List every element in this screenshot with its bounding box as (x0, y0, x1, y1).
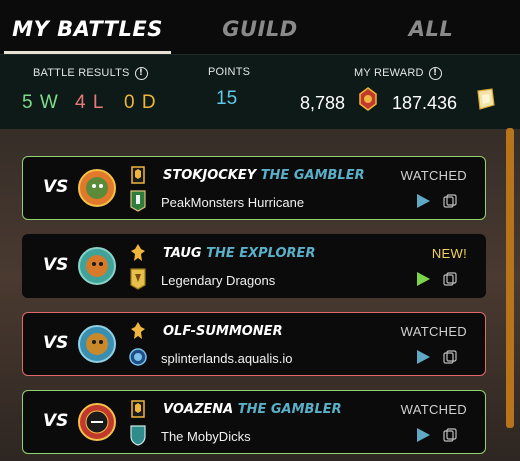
player-avatar-icon (78, 247, 116, 285)
battle-card[interactable]: VS OLF-SUMMONER splinterlands.aqualis.io… (22, 312, 486, 376)
player-title: THE EXPLORER (206, 246, 316, 261)
battle-results-label: BATTLE RESULTS (33, 67, 130, 79)
player-avatar-icon (78, 403, 116, 441)
player-avatar-icon (78, 169, 116, 207)
guild-banner-icon (129, 348, 147, 366)
tab-my-battles[interactable]: MY BATTLES (4, 0, 171, 54)
battle-card[interactable]: VS VOAZENA THE GAMBLER The MobyDicks WAT… (22, 390, 486, 454)
play-icon[interactable] (417, 350, 430, 364)
player-title: THE GAMBLER (260, 168, 365, 183)
vs-label: VS (43, 411, 69, 431)
copy-icon[interactable] (443, 194, 457, 208)
tab-bar: MY BATTLES GUILD ALL (0, 0, 520, 54)
battle-status: WATCHED (400, 168, 467, 183)
guild-banner-icon (130, 190, 146, 212)
tab-guild[interactable]: GUILD (176, 0, 344, 54)
opponent-name[interactable]: STOKJOCKEY THE GAMBLER (163, 168, 365, 183)
battle-card[interactable]: VS TAUG THE EXPLORER Legendary Dragons N… (22, 234, 486, 298)
scrollbar[interactable] (506, 128, 514, 428)
draws-count: 0 D (124, 92, 157, 113)
league-icon (131, 322, 145, 339)
guild-name: Legendary Dragons (161, 273, 276, 288)
league-icon (131, 244, 145, 261)
points-label: POINTS (208, 66, 251, 78)
vs-label: VS (43, 177, 69, 197)
losses-count: 4 L (75, 92, 105, 113)
guild-name: The MobyDicks (161, 429, 251, 444)
battle-status: WATCHED (400, 324, 467, 339)
player-name: OLF-SUMMONER (163, 324, 283, 339)
battle-status: WATCHED (400, 402, 467, 417)
info-icon[interactable]: ! (428, 67, 442, 80)
battle-status: NEW! (431, 246, 467, 261)
opponent-name[interactable]: OLF-SUMMONER (163, 324, 283, 339)
opponent-name[interactable]: TAUG THE EXPLORER (163, 246, 315, 261)
battle-card[interactable]: VS STOKJOCKEY THE GAMBLER PeakMonsters H… (22, 156, 486, 220)
battle-results-heading: BATTLE RESULTS! (33, 67, 148, 80)
player-name: VOAZENA (163, 402, 234, 417)
guild-banner-icon (130, 268, 146, 290)
league-icon (131, 166, 145, 184)
player-name: TAUG (163, 246, 202, 261)
play-icon[interactable] (417, 194, 430, 208)
copy-icon[interactable] (443, 272, 457, 286)
tab-all[interactable]: ALL (346, 0, 516, 54)
reward-merits-value: 8,788 (300, 93, 346, 113)
points-value: 15 (216, 88, 238, 109)
guild-name: PeakMonsters Hurricane (161, 195, 305, 210)
player-name: STOKJOCKEY (163, 168, 257, 183)
sps-token-icon (477, 88, 495, 110)
player-title: THE GAMBLER (237, 402, 342, 417)
vs-label: VS (43, 255, 69, 275)
vs-label: VS (43, 333, 69, 353)
merits-icon (359, 87, 377, 111)
league-icon (131, 400, 145, 418)
wins-count: 5 W (22, 92, 59, 113)
guild-shield-icon (130, 425, 146, 446)
copy-icon[interactable] (443, 428, 457, 442)
reward-sps-value: 187.436 (392, 93, 458, 113)
copy-icon[interactable] (443, 350, 457, 364)
opponent-name[interactable]: VOAZENA THE GAMBLER (163, 402, 342, 417)
my-reward-heading: MY REWARD! (354, 67, 442, 80)
my-reward-label: MY REWARD (354, 67, 424, 79)
info-icon[interactable]: ! (134, 67, 148, 80)
battle-summary-panel: BATTLE RESULTS! 5 W 4 L 0 D POINTS 15 MY… (0, 54, 520, 129)
player-avatar-icon (78, 325, 116, 363)
guild-name: splinterlands.aqualis.io (161, 351, 293, 366)
play-icon[interactable] (417, 272, 430, 286)
play-icon[interactable] (417, 428, 430, 442)
